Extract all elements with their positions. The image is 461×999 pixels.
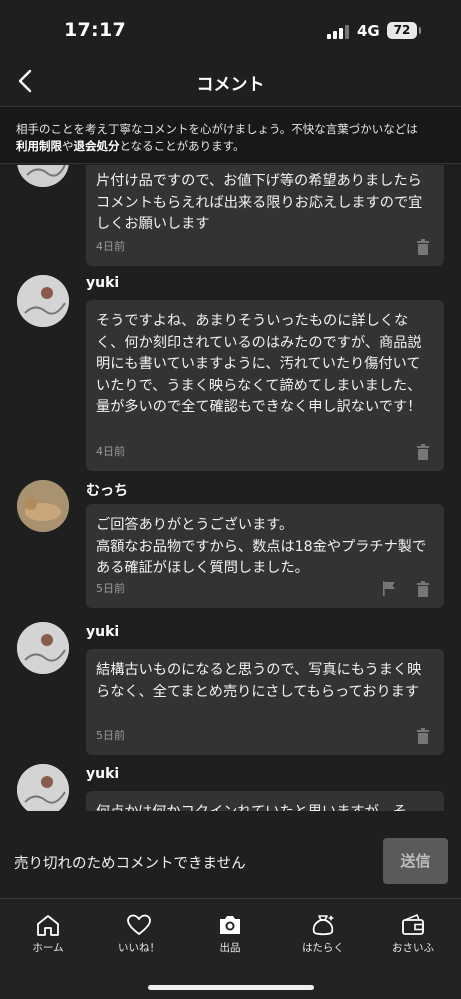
comment-bubble: ご回答ありがとうございます。 高額なお品物ですから、数点は18金やプラチナ製であ…	[86, 504, 444, 608]
username: むっち	[86, 483, 128, 499]
bottom-tab-bar: ホーム いいね！ 出品 はたらく おさいふ	[0, 898, 461, 999]
battery-icon: 72	[387, 22, 421, 39]
heart-icon	[127, 914, 151, 936]
comment-time: 5日前	[96, 582, 125, 595]
comment-input-row: 売り切れのためコメントできません 送信	[0, 830, 461, 892]
user-avatar[interactable]	[17, 165, 69, 187]
tab-wallet[interactable]: おさいふ	[373, 913, 453, 955]
comment-time: 5日前	[96, 729, 125, 742]
comment-guideline-notice: 相手のことを考え丁寧なコメントを心がけましょう。不快な言葉づかいなどは 利用制限…	[0, 106, 461, 164]
tab-label: おさいふ	[392, 942, 434, 954]
tab-label: 出品	[219, 942, 241, 954]
battery-level: 72	[393, 23, 411, 37]
trash-icon[interactable]	[416, 444, 430, 460]
user-avatar[interactable]	[17, 275, 69, 327]
comment-item: yuki 結構古いものになると思うので、写真にもうまく映らなく、全てまとめ売りに…	[0, 622, 461, 757]
comment-text: 片付け品ですので、お値下げ等の希望ありましたらコメントもらえれば出来る限りお応え…	[96, 173, 423, 232]
comment-item: yuki 何点かは何かコクインれていたと思いますが、そ	[0, 764, 461, 811]
tab-work[interactable]: はたらく	[283, 913, 363, 955]
trash-icon[interactable]	[416, 581, 430, 597]
wallet-icon	[402, 913, 424, 935]
home-icon	[37, 915, 59, 936]
comment-item: yuki そうですよね、あまりそういったものに詳しくなく、何か刻印されているのは…	[0, 273, 461, 473]
notice-text: 相手のことを考え丁寧なコメントを心がけましょう。不快な言葉づかいなどは	[16, 122, 418, 136]
tab-label: はたらく	[302, 942, 344, 954]
home-indicator	[148, 985, 314, 990]
tab-home[interactable]: ホーム	[8, 913, 88, 955]
tab-label: いいね！	[118, 942, 160, 954]
header: コメント	[0, 60, 461, 102]
trash-icon[interactable]	[416, 239, 430, 255]
comment-bubble: 何点かは何かコクインれていたと思いますが、そ	[86, 791, 444, 811]
user-avatar[interactable]	[17, 764, 69, 811]
comment-item: 片付け品ですので、お値下げ等の希望ありましたらコメントもらえれば出来る限りお応え…	[0, 165, 461, 270]
comment-time: 4日前	[96, 240, 125, 253]
network-label: 4G	[357, 22, 380, 40]
status-time: 17:17	[64, 19, 126, 41]
trash-icon[interactable]	[416, 728, 430, 744]
comment-text: ご回答ありがとうございます。 高額なお品物ですから、数点は18金やプラチナ製であ…	[96, 517, 427, 576]
tab-sell[interactable]: 出品	[190, 913, 270, 955]
username: yuki	[86, 275, 120, 291]
usage-restriction-link[interactable]: 利用制限	[16, 139, 62, 153]
signal-icon	[327, 25, 351, 39]
user-avatar[interactable]	[17, 480, 69, 532]
comment-item: むっち ご回答ありがとうございます。 高額なお品物ですから、数点は18金やプラチ…	[0, 480, 461, 620]
username: yuki	[86, 766, 120, 782]
bag-icon	[312, 915, 334, 936]
comment-text: 結構古いものになると思うので、写真にもうまく映らなく、全てまとめ売りにさしてもら…	[96, 662, 422, 700]
tab-likes[interactable]: いいね！	[99, 913, 179, 955]
comment-bubble: そうですよね、あまりそういったものに詳しくなく、何か刻印されているのはみたのです…	[86, 300, 444, 471]
comment-text: そうですよね、あまりそういったものに詳しくなく、何か刻印されているのはみたのです…	[96, 313, 422, 415]
status-bar: 17:17 4G 72	[0, 0, 461, 60]
notice-tail: となることがあります。	[119, 139, 245, 153]
tab-label: ホーム	[32, 942, 64, 954]
comment-time: 4日前	[96, 445, 125, 458]
page-title: コメント	[196, 75, 265, 95]
sold-out-message: 売り切れのためコメントできません	[14, 856, 246, 872]
report-flag-icon[interactable]	[382, 581, 396, 596]
comment-list[interactable]: 片付け品ですので、お値下げ等の希望ありましたらコメントもらえれば出来る限りお応え…	[0, 165, 461, 811]
send-button[interactable]: 送信	[383, 838, 448, 884]
comment-bubble: 片付け品ですので、お値下げ等の希望ありましたらコメントもらえれば出来る限りお応え…	[86, 165, 444, 266]
account-termination-link[interactable]: 退会処分	[74, 139, 120, 153]
notice-conjunction: や	[62, 139, 74, 153]
username: yuki	[86, 624, 120, 640]
camera-icon	[220, 916, 240, 934]
comment-bubble: 結構古いものになると思うので、写真にもうまく映らなく、全てまとめ売りにさしてもら…	[86, 649, 444, 755]
user-avatar[interactable]	[17, 622, 69, 674]
comment-text: 何点かは何かコクインれていたと思いますが、そ	[96, 802, 434, 811]
